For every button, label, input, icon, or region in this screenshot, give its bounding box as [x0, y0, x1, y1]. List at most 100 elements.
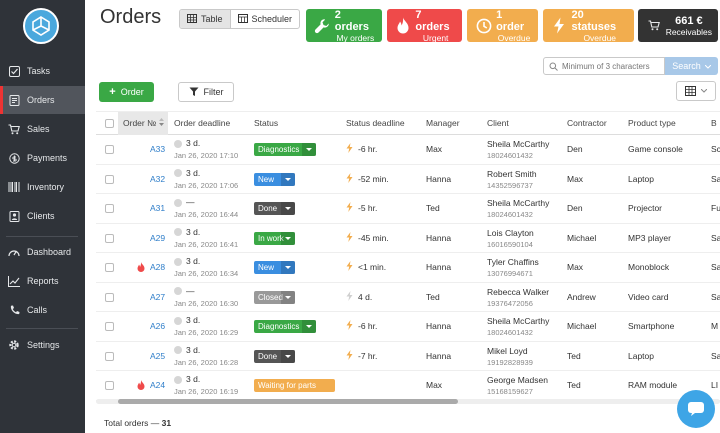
row-checkbox[interactable]	[105, 174, 114, 184]
urgent-tile[interactable]: 7 orders Urgent	[387, 8, 462, 43]
stat-text: 661 € Receivables	[666, 15, 718, 37]
stat-value: 7 orders	[415, 8, 450, 33]
column-header[interactable]: Contractor	[567, 112, 607, 135]
column-header-label: Product type	[628, 118, 676, 128]
sidebar-item-dashboard[interactable]: Dashboard	[0, 238, 85, 266]
sidebar-item-inventory[interactable]: Inventory	[0, 173, 85, 201]
column-header-label: B	[711, 118, 717, 128]
row-checkbox[interactable]	[105, 263, 114, 272]
row-checkbox[interactable]	[105, 204, 114, 213]
my-orders-tile[interactable]: 2 orders My orders	[306, 9, 382, 43]
column-header[interactable]: Status	[254, 112, 278, 135]
client-name[interactable]: Tyler Chaffins	[487, 257, 539, 267]
sidebar-item-calls[interactable]: Calls	[0, 296, 85, 324]
overdue-orders-tile[interactable]: 1 order Overdue	[467, 9, 538, 43]
add-order-button[interactable]: + Order	[99, 82, 154, 102]
column-header[interactable]: Manager	[426, 112, 460, 135]
row-checkbox[interactable]	[105, 322, 114, 331]
sidebar-item-sales[interactable]: Sales	[0, 115, 85, 143]
client-name[interactable]: Sheila McCarthy	[487, 139, 549, 149]
view-scheduler-button[interactable]: Scheduler	[231, 10, 300, 28]
column-header[interactable]: B	[711, 112, 717, 135]
table-row[interactable]: A31 — Jan 26, 2020 16:44 Done -5 hr. Ted Sheil…	[96, 194, 720, 224]
status-badge[interactable]: Waiting for parts	[254, 379, 335, 392]
table-row[interactable]: A32 3 d. Jan 26, 2020 17:06 New -52 min. Hann…	[96, 165, 720, 194]
order-number-link[interactable]: A32	[150, 174, 165, 184]
row-checkbox[interactable]	[105, 381, 114, 390]
chevron-down-icon	[281, 349, 295, 363]
order-number-link[interactable]: A33	[150, 144, 165, 154]
status-badge[interactable]: In work	[254, 231, 295, 245]
search-input[interactable]	[562, 61, 662, 71]
order-number-link[interactable]: A24	[150, 380, 165, 390]
status-badge[interactable]: Done	[254, 202, 295, 215]
status-badge[interactable]: Diagnostics	[254, 143, 316, 156]
order-number-link[interactable]: A25	[150, 351, 165, 361]
client-name[interactable]: Sheila McCarthy	[487, 198, 549, 208]
columns-button[interactable]	[676, 81, 716, 101]
table-row[interactable]: A26 3 d. Jan 26, 2020 16:29 Diagnostics -6 h…	[96, 312, 720, 342]
view-table-button[interactable]: Table	[180, 10, 231, 28]
sidebar-item-reports[interactable]: Reports	[0, 267, 85, 295]
table-row[interactable]: A25 3 d. Jan 26, 2020 16:28 Done -7 hr. Hanna…	[96, 342, 720, 371]
chevron-down-icon	[281, 202, 295, 215]
order-number-link[interactable]: A28	[150, 262, 165, 272]
chat-button[interactable]	[677, 390, 715, 428]
sidebar-item-settings[interactable]: Settings	[0, 331, 85, 359]
client-name[interactable]: Mikel Loyd	[487, 346, 528, 356]
clock-icon	[174, 287, 182, 296]
clients-icon	[8, 210, 20, 222]
search-button-label: Search	[672, 61, 701, 71]
status-badge[interactable]: Done	[254, 349, 295, 363]
order-number-link[interactable]: A26	[150, 321, 165, 331]
table-row[interactable]: A29 3 d. Jan 26, 2020 16:41 In work -45 min.…	[96, 224, 720, 253]
row-checkbox[interactable]	[105, 145, 114, 154]
column-header-label: Client	[487, 118, 509, 128]
overdue-statuses-tile[interactable]: 20 statuses Overdue	[543, 9, 634, 43]
client-phone: 18024601432	[487, 210, 533, 219]
column-header[interactable]: Status deadline	[346, 112, 405, 135]
table-row[interactable]: A27 — Jan 26, 2020 16:30 Closed 4 d. Ted Rebec…	[96, 283, 720, 312]
row-checkbox[interactable]	[105, 233, 114, 243]
table-row[interactable]: A33 3 d. Jan 26, 2020 17:10 Diagnostics -6 h…	[96, 135, 720, 165]
stat-value: 661 €	[675, 14, 703, 27]
filter-button[interactable]: Filter	[178, 82, 234, 102]
table-row[interactable]: A24 3 d. Jan 26, 2020 16:19 Waiting for par…	[96, 371, 720, 401]
sidebar-item-orders[interactable]: Orders	[0, 86, 85, 114]
logo[interactable]	[23, 8, 59, 44]
status-label: Done	[258, 204, 278, 213]
status-label: Waiting for parts	[258, 381, 316, 390]
order-number-link[interactable]: A29	[150, 233, 165, 243]
client-name[interactable]: George Madsen	[487, 375, 548, 385]
row-checkbox[interactable]	[105, 292, 114, 302]
client-name[interactable]: Rebecca Walker	[487, 287, 549, 297]
select-all-checkbox[interactable]	[105, 119, 114, 128]
client-name[interactable]: Robert Smith	[487, 169, 537, 179]
order-number-link[interactable]: A31	[150, 203, 165, 213]
status-badge[interactable]: Diagnostics	[254, 320, 316, 333]
row-checkbox[interactable]	[105, 351, 114, 361]
scrollbar-thumb[interactable]	[118, 399, 458, 404]
clock-icon	[471, 18, 496, 34]
sidebar-item-clients[interactable]: Clients	[0, 202, 85, 230]
order-number-link[interactable]: A27	[150, 292, 165, 302]
client-name[interactable]: Lois Clayton	[487, 228, 534, 238]
product-type: Laptop	[628, 173, 654, 184]
column-header[interactable]: Client	[487, 112, 509, 135]
search-button[interactable]: Search	[665, 57, 718, 75]
sidebar-item-label: Payments	[27, 153, 68, 163]
column-header[interactable]: Order deadline	[174, 112, 230, 135]
sidebar-item-payments[interactable]: Payments	[0, 144, 85, 172]
column-header[interactable]: Order №	[118, 112, 168, 135]
status-badge[interactable]: New	[254, 172, 295, 186]
status-badge[interactable]: Closed	[254, 290, 295, 304]
status-label: Diagnostics	[258, 145, 300, 154]
status-badge[interactable]: New	[254, 261, 295, 274]
sort-icon	[159, 118, 165, 126]
sidebar-item-tasks[interactable]: Tasks	[0, 57, 85, 85]
clock-icon	[174, 316, 182, 325]
client-name[interactable]: Sheila McCarthy	[487, 316, 549, 326]
column-header[interactable]: Product type	[628, 112, 676, 135]
table-row[interactable]: A28 3 d. Jan 26, 2020 16:34 New <1 min. Hanna…	[96, 253, 720, 283]
receivables-tile[interactable]: 661 € Receivables	[638, 9, 718, 42]
